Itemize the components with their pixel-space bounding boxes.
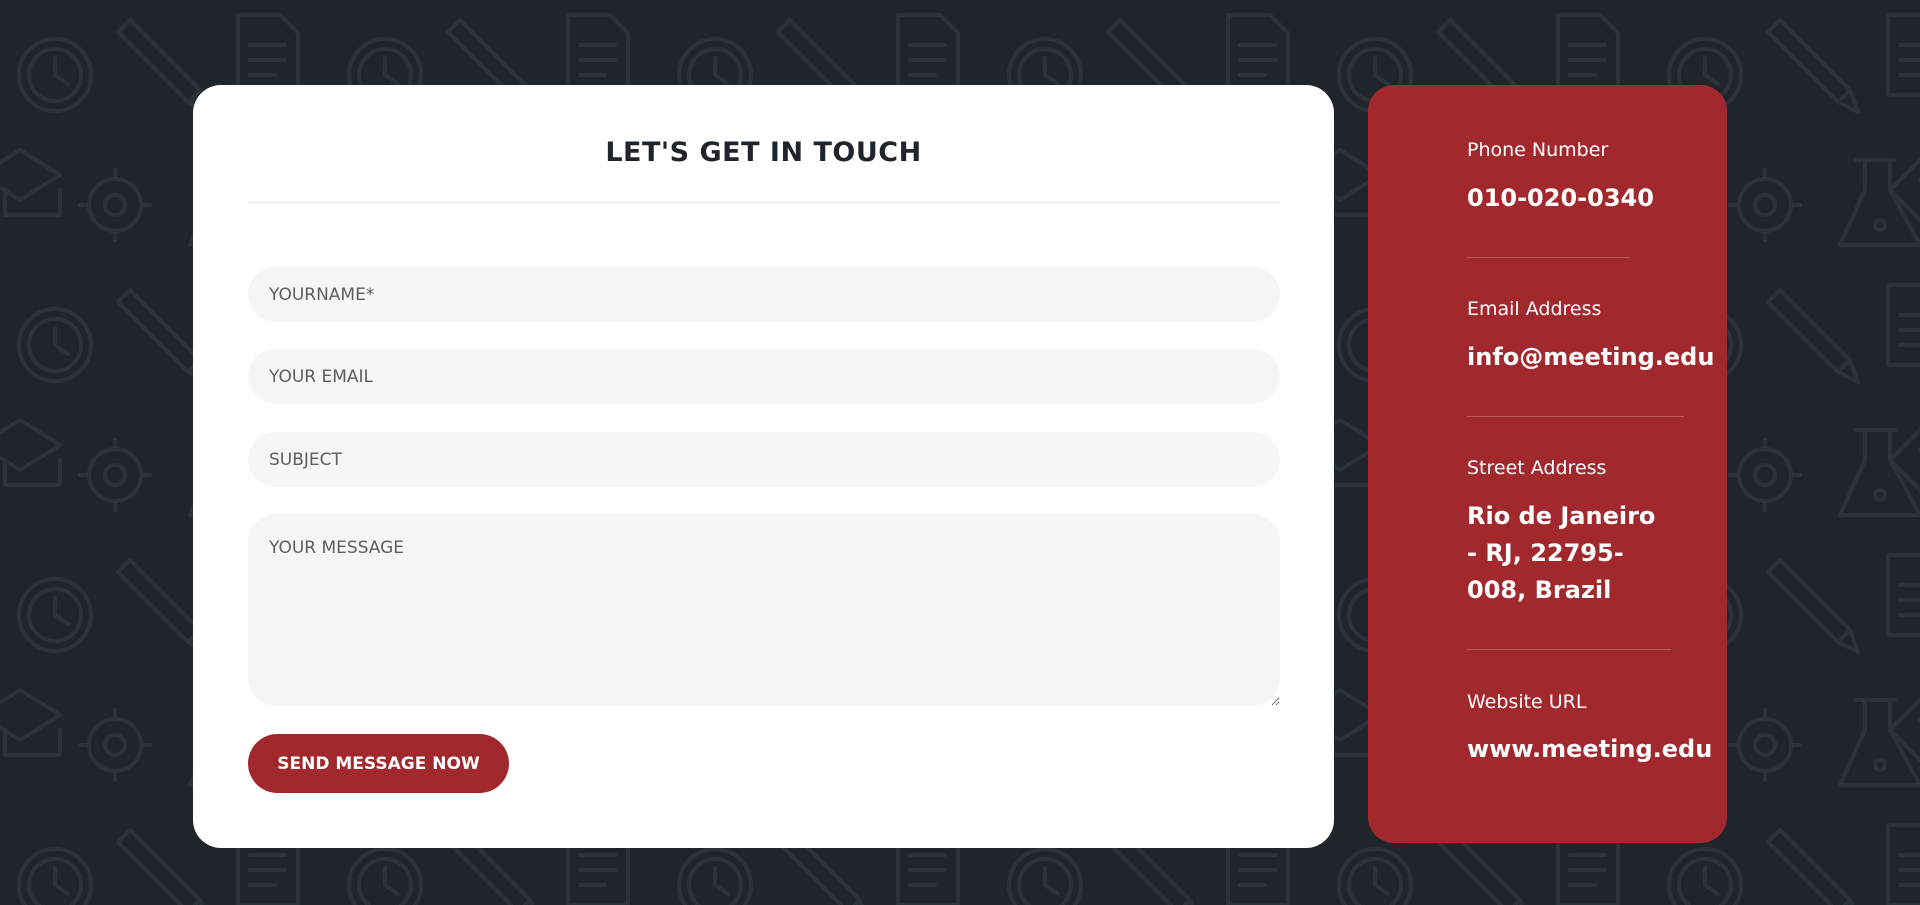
email-input[interactable]	[248, 349, 1280, 404]
address-value: Rio de Janeiro - RJ, 22795-008, Brazil	[1467, 502, 1656, 604]
email-value: info@meeting.edu	[1467, 343, 1715, 371]
contact-info-card: Phone Number 010-020-0340 Email Address …	[1368, 85, 1727, 843]
form-title: LET'S GET IN TOUCH	[605, 137, 922, 168]
message-textarea[interactable]	[248, 514, 1280, 706]
title-divider	[248, 202, 1280, 203]
website-label: Website URL	[1467, 691, 1587, 713]
contact-form-card: LET'S GET IN TOUCH SEND MESSAGE NOW	[193, 85, 1334, 848]
send-message-button[interactable]: SEND MESSAGE NOW	[248, 734, 509, 793]
subject-input[interactable]	[248, 432, 1280, 487]
address-label: Street Address	[1467, 457, 1607, 479]
phone-divider	[1467, 257, 1630, 258]
phone-label: Phone Number	[1467, 139, 1609, 161]
email-label: Email Address	[1467, 298, 1602, 320]
email-divider	[1467, 416, 1684, 417]
website-value: www.meeting.edu	[1467, 735, 1713, 763]
address-divider	[1467, 649, 1671, 650]
name-input[interactable]	[248, 267, 1280, 322]
phone-value: 010-020-0340	[1467, 184, 1654, 212]
